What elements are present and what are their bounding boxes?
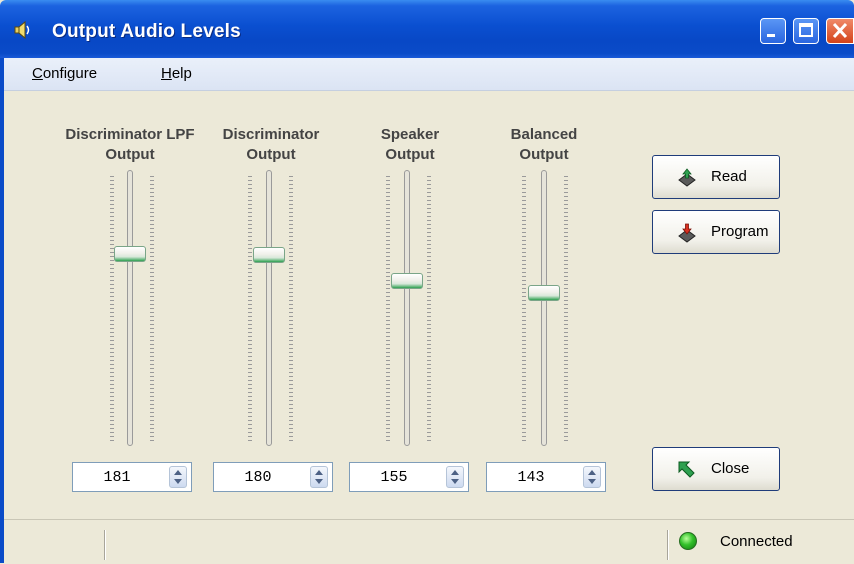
label-line1: Discriminator bbox=[222, 126, 320, 143]
spin-down-icon[interactable] bbox=[315, 479, 323, 484]
label-line1: Discriminator LPF bbox=[65, 126, 195, 143]
read-button[interactable]: Read bbox=[652, 155, 780, 199]
speaker-output-spinbox[interactable]: 155 bbox=[349, 462, 469, 492]
title-bar[interactable]: Output Audio Levels bbox=[0, 0, 854, 58]
speaker-output-label: Speaker Output bbox=[350, 125, 470, 165]
connection-led-icon bbox=[679, 532, 697, 550]
status-separator bbox=[667, 530, 669, 560]
spin-up-icon[interactable] bbox=[315, 470, 323, 475]
label-line1: Balanced bbox=[510, 126, 578, 143]
tick-marks-right bbox=[289, 176, 293, 442]
spin-value[interactable]: 143 bbox=[487, 469, 575, 486]
exit-arrow-icon bbox=[678, 461, 695, 478]
spin-updown-button[interactable] bbox=[310, 466, 328, 488]
balanced-output-spinbox[interactable]: 143 bbox=[486, 462, 606, 492]
tick-marks-left bbox=[522, 176, 526, 442]
speaker-output-slider-thumb[interactable] bbox=[391, 273, 423, 289]
spin-value[interactable]: 180 bbox=[214, 469, 302, 486]
speaker-icon bbox=[14, 20, 30, 40]
discriminator-output-label: Discriminator Output bbox=[206, 125, 336, 165]
spin-down-icon[interactable] bbox=[174, 479, 182, 484]
discriminator-output-slider-track[interactable] bbox=[266, 170, 272, 446]
tick-marks-left bbox=[248, 176, 252, 442]
spin-updown-button[interactable] bbox=[169, 466, 187, 488]
label-line2: Output bbox=[246, 146, 296, 163]
spin-up-icon[interactable] bbox=[174, 470, 182, 475]
close-button[interactable]: Close bbox=[652, 447, 780, 491]
menu-configure-label: onfigure bbox=[42, 65, 98, 82]
program-button[interactable]: Program bbox=[652, 210, 780, 254]
discriminator-lpf-output-slider-thumb[interactable] bbox=[114, 246, 146, 262]
label-line2: Output bbox=[385, 146, 435, 163]
menu-bar: Configure Help bbox=[4, 58, 854, 91]
label-line2: Output bbox=[105, 146, 155, 163]
tick-marks-right bbox=[427, 176, 431, 442]
tick-marks-left bbox=[110, 176, 114, 442]
connection-status-text: Connected bbox=[720, 533, 793, 550]
minimize-icon bbox=[767, 34, 775, 37]
spin-value[interactable]: 181 bbox=[73, 469, 161, 486]
tick-marks-left bbox=[386, 176, 390, 442]
discriminator-lpf-output-slider-track[interactable] bbox=[127, 170, 133, 446]
read-button-label: Read bbox=[711, 168, 747, 185]
window-title: Output Audio Levels bbox=[52, 21, 241, 42]
close-icon bbox=[832, 22, 848, 39]
spin-up-icon[interactable] bbox=[451, 470, 459, 475]
status-separator bbox=[104, 530, 106, 560]
menu-configure-accel: C bbox=[32, 65, 43, 82]
spin-down-icon[interactable] bbox=[588, 479, 596, 484]
tick-marks-right bbox=[150, 176, 154, 442]
discriminator-output-slider-thumb[interactable] bbox=[253, 247, 285, 263]
spin-updown-button[interactable] bbox=[583, 466, 601, 488]
spin-value[interactable]: 155 bbox=[350, 469, 438, 486]
spin-updown-button[interactable] bbox=[446, 466, 464, 488]
menu-configure[interactable]: Configure bbox=[32, 65, 97, 82]
maximize-button[interactable] bbox=[793, 18, 819, 44]
close-button-label: Close bbox=[711, 460, 750, 477]
discriminator-lpf-output-label: Discriminator LPF Output bbox=[50, 125, 210, 165]
speaker-output-slider-track[interactable] bbox=[404, 170, 410, 446]
spin-up-icon[interactable] bbox=[588, 470, 596, 475]
maximize-icon bbox=[799, 23, 813, 37]
balanced-output-slider-thumb[interactable] bbox=[528, 285, 560, 301]
output-audio-levels-window: Output Audio Levels Configure Help Discr… bbox=[0, 0, 854, 564]
label-line1: Speaker bbox=[380, 126, 440, 143]
chip-program-icon bbox=[678, 223, 696, 243]
chip-read-icon bbox=[678, 168, 696, 187]
label-line2: Output bbox=[519, 146, 569, 163]
balanced-output-label: Balanced Output bbox=[484, 125, 604, 165]
window-frame bbox=[0, 58, 4, 563]
minimize-button[interactable] bbox=[760, 18, 786, 44]
menu-help[interactable]: Help bbox=[161, 65, 192, 82]
program-button-label: Program bbox=[711, 223, 769, 240]
discriminator-output-spinbox[interactable]: 180 bbox=[213, 462, 333, 492]
discriminator-lpf-output-spinbox[interactable]: 181 bbox=[72, 462, 192, 492]
balanced-output-slider-track[interactable] bbox=[541, 170, 547, 446]
spin-down-icon[interactable] bbox=[451, 479, 459, 484]
close-window-button[interactable] bbox=[826, 18, 854, 44]
menu-help-label: elp bbox=[171, 65, 192, 82]
menu-help-accel: H bbox=[161, 65, 172, 82]
tick-marks-right bbox=[564, 176, 568, 442]
